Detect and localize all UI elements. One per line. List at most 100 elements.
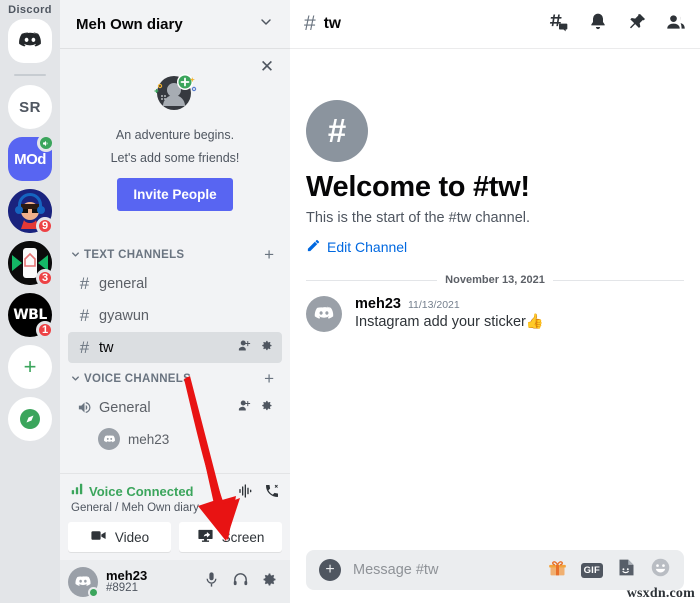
server-rail: Discord SR MOd 9 3 WBL 1 + [0, 0, 60, 603]
category-text-channels[interactable]: TEXT CHANNELS + [60, 243, 290, 267]
invite-member-icon[interactable] [237, 398, 252, 418]
screen-share-icon [197, 527, 214, 547]
gear-icon[interactable] [259, 338, 274, 358]
add-channel-icon[interactable]: + [264, 246, 274, 263]
unread-badge: 3 [36, 269, 54, 287]
video-button[interactable]: Video [68, 522, 171, 552]
noise-suppression-icon[interactable] [238, 483, 254, 504]
category-label: TEXT CHANNELS [84, 249, 185, 261]
sticker-icon[interactable] [616, 557, 637, 583]
hash-icon: # [79, 305, 90, 325]
chevron-down-icon[interactable] [258, 14, 274, 34]
channel-sidebar: Meh Own diary ✕ An adventure begins. Let… [60, 0, 290, 603]
server-item-avatar-house[interactable]: 3 [8, 241, 54, 287]
edit-channel-link[interactable]: Edit Channel [306, 238, 684, 256]
pin-icon[interactable] [627, 12, 647, 37]
avatar[interactable] [306, 296, 342, 332]
server-header[interactable]: Meh Own diary [60, 0, 290, 48]
compass-icon[interactable] [8, 397, 52, 441]
server-item-wbl[interactable]: WBL 1 [8, 293, 54, 339]
category-label: VOICE CHANNELS [84, 373, 192, 385]
voice-connected-panel: Voice Connected General / Meh Own diary [60, 474, 290, 560]
watermark: wsxdn.com [626, 586, 695, 601]
gift-icon[interactable] [547, 557, 568, 583]
gear-icon[interactable] [259, 398, 274, 418]
invite-people-button[interactable]: Invite People [117, 178, 233, 211]
camera-icon [90, 527, 107, 547]
date-divider: November 13, 2021 [306, 274, 685, 286]
screen-share-button[interactable]: Screen [179, 522, 282, 552]
hash-icon: # [79, 273, 90, 293]
discord-wordmark: Discord [8, 4, 52, 16]
welcome-title: Welcome to #tw! [306, 171, 530, 203]
server-item-home[interactable] [8, 19, 52, 63]
disconnect-call-icon[interactable] [264, 483, 280, 504]
server-item-explore[interactable] [8, 397, 52, 441]
chevron-down-icon[interactable] [70, 373, 81, 386]
add-channel-icon[interactable]: + [264, 370, 274, 387]
members-icon[interactable] [666, 12, 686, 37]
discord-logo-icon[interactable] [8, 19, 52, 63]
channel-name: tw [99, 339, 114, 356]
unread-badge: 1 [36, 321, 54, 339]
channel-header: # tw [290, 0, 700, 48]
server-item-avatar-dj[interactable]: 9 [8, 189, 54, 235]
channel-general[interactable]: # general [68, 268, 282, 299]
channel-name: gyawun [99, 307, 149, 324]
channel-gyawun[interactable]: # gyawun [68, 300, 282, 331]
avatar[interactable] [68, 566, 99, 598]
invite-member-icon[interactable] [237, 338, 252, 358]
emoji-icon[interactable] [650, 557, 671, 583]
threads-icon[interactable] [549, 12, 569, 37]
pencil-icon [306, 238, 321, 256]
bell-icon[interactable] [588, 12, 608, 37]
speaker-icon [76, 400, 93, 415]
invite-illustration [76, 65, 274, 121]
gif-icon[interactable]: GIF [580, 562, 603, 578]
composer-box[interactable]: + Message #tw GIF [306, 550, 684, 590]
gear-icon[interactable] [261, 571, 278, 593]
chevron-down-icon[interactable] [70, 249, 81, 262]
hash-icon: # [79, 337, 90, 357]
user-panel: meh23 #8921 [60, 560, 290, 603]
signal-icon [70, 482, 84, 501]
status-badge [88, 586, 99, 598]
main-content: # tw # Welcome to #tw! This is the start… [290, 0, 700, 603]
message-input[interactable]: Message #tw [353, 562, 535, 578]
attach-plus-icon[interactable]: + [319, 559, 341, 581]
invite-line-2: Let's add some friends! [110, 151, 240, 165]
edit-channel-label: Edit Channel [327, 239, 408, 255]
discord-app: Discord SR MOd 9 3 WBL 1 + Meh Own diary… [0, 0, 700, 603]
screen-share-button-label: Screen [221, 529, 265, 545]
welcome-subtitle: This is the start of the #tw channel. [306, 210, 531, 226]
microphone-icon[interactable] [203, 571, 220, 593]
channel-voice-general[interactable]: General [68, 392, 282, 423]
voice-member-name: meh23 [128, 431, 170, 447]
voice-member-meh23[interactable]: meh23 [68, 425, 282, 453]
date-label: November 13, 2021 [445, 274, 545, 286]
channel-hash-avatar: # [306, 100, 368, 162]
channel-tw[interactable]: # tw [68, 332, 282, 363]
message-author[interactable]: meh23 [355, 296, 401, 312]
message-body: Instagram add your sticker [355, 314, 526, 330]
server-item-sr[interactable]: SR [8, 85, 52, 129]
message-text: Instagram add your sticker👍 [355, 313, 684, 330]
voice-status-label: Voice Connected [89, 484, 194, 499]
server-item-add[interactable]: + [8, 345, 52, 389]
divider-line-left [306, 279, 438, 281]
plus-icon[interactable]: + [8, 345, 52, 389]
server-avatar-sr[interactable]: SR [8, 85, 52, 129]
server-item-mod[interactable]: MOd [8, 134, 55, 181]
welcome-block: # Welcome to #tw! This is the start of t… [290, 48, 700, 256]
headphones-icon[interactable] [232, 571, 249, 593]
voice-location-label: General / Meh Own diary [71, 502, 199, 514]
page-title: tw [323, 15, 341, 32]
divider-line-right [552, 279, 685, 281]
channel-name: general [99, 275, 148, 292]
hash-icon: # [304, 12, 316, 35]
thumbs-up-emoji: 👍 [525, 314, 544, 330]
invite-card: ✕ An adventure begins. Let's add some fr… [68, 55, 282, 225]
category-voice-channels[interactable]: VOICE CHANNELS + [60, 367, 290, 391]
audio-badge-icon [37, 134, 55, 152]
message-timestamp: 11/13/2021 [407, 299, 460, 311]
